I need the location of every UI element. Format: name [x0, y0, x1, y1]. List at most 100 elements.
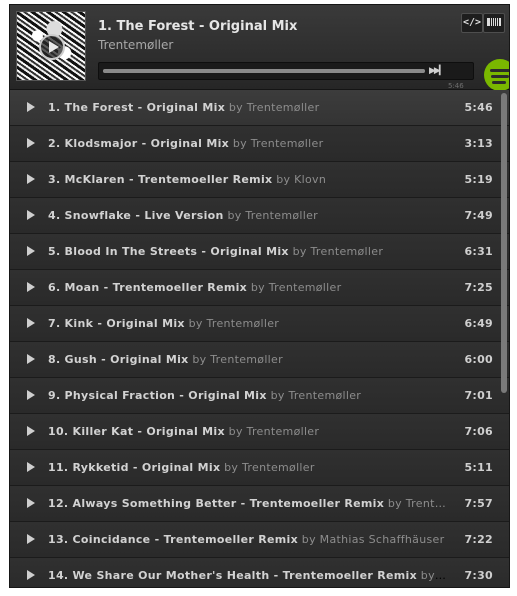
track-title: 4. Snowflake - Live Version by Trentemøl… — [48, 209, 446, 222]
album-cover[interactable] — [16, 11, 86, 81]
track-name: 2. Klodsmajor - Original Mix — [48, 137, 230, 150]
track-duration: 7:25 — [464, 281, 493, 294]
track-title: 3. McKlaren - Trentemoeller Remix by Klo… — [48, 173, 446, 186]
track-duration: 6:00 — [464, 353, 493, 366]
track-duration: 5:11 — [464, 461, 493, 474]
now-playing-header: 1. The Forest - Original Mix Trentemølle… — [10, 5, 509, 91]
track-name: 1. The Forest - Original Mix — [48, 101, 226, 114]
play-icon[interactable] — [27, 138, 35, 148]
track-title: 8. Gush - Original Mix by Trentemøller — [48, 353, 446, 366]
track-name: 9. Physical Fraction - Original Mix — [48, 389, 267, 402]
track-row[interactable]: 9. Physical Fraction - Original Mix by T… — [10, 378, 509, 414]
track-artist[interactable]: by Trentemøller — [271, 389, 362, 402]
track-duration: 5:19 — [464, 173, 493, 186]
elapsed-time: 5:46 — [448, 82, 464, 90]
embed-code-button[interactable]: </> — [461, 13, 483, 33]
play-icon[interactable] — [27, 498, 35, 508]
track-artist[interactable]: by Trentemøller — [189, 317, 280, 330]
track-row[interactable]: 6. Moan - Trentemoeller Remix by Trentem… — [10, 270, 509, 306]
play-icon[interactable] — [27, 282, 35, 292]
track-name: 14. We Share Our Mother's Health - Trent… — [48, 569, 417, 582]
spotify-play-widget: 1. The Forest - Original Mix Trentemølle… — [9, 4, 510, 588]
track-artist[interactable]: by Trent… — [388, 497, 446, 510]
track-artist[interactable]: by Trentemøller — [251, 281, 342, 294]
play-icon[interactable] — [27, 246, 35, 256]
progress-bar[interactable]: ▶▶▎ — [98, 62, 474, 80]
track-title: 1. The Forest - Original Mix by Trentemø… — [48, 101, 446, 114]
track-title: 10. Killer Kat - Original Mix by Trentem… — [48, 425, 446, 438]
track-row[interactable]: 3. McKlaren - Trentemoeller Remix by Klo… — [10, 162, 509, 198]
track-title: 11. Rykketid - Original Mix by Trentemøl… — [48, 461, 446, 474]
track-row[interactable]: 4. Snowflake - Live Version by Trentemøl… — [10, 198, 509, 234]
track-name: 8. Gush - Original Mix — [48, 353, 189, 366]
track-row[interactable]: 7. Kink - Original Mix by Trentemøller 6:… — [10, 306, 509, 342]
list-view-icon — [487, 18, 501, 26]
track-name: 4. Snowflake - Live Version — [48, 209, 224, 222]
play-icon[interactable] — [27, 210, 35, 220]
track-title: 9. Physical Fraction - Original Mix by T… — [48, 389, 446, 402]
spotify-logo-icon[interactable] — [484, 59, 509, 91]
track-title: 14. We Share Our Mother's Health - Trent… — [48, 569, 446, 582]
track-row[interactable]: 2. Klodsmajor - Original Mix by Trentemø… — [10, 126, 509, 162]
play-icon[interactable] — [27, 318, 35, 328]
play-icon[interactable] — [27, 534, 35, 544]
track-title: 2. Klodsmajor - Original Mix by Trentemø… — [48, 137, 446, 150]
track-row[interactable]: 11. Rykketid - Original Mix by Trentemøl… — [10, 450, 509, 486]
track-title: 12. Always Something Better - Trentemoel… — [48, 497, 446, 510]
track-duration: 3:13 — [464, 137, 493, 150]
track-artist[interactable]: by Trentemøller — [229, 425, 320, 438]
track-row[interactable]: 10. Killer Kat - Original Mix by Trentem… — [10, 414, 509, 450]
track-artist[interactable]: by Trentemøller — [293, 245, 384, 258]
play-icon[interactable] — [27, 354, 35, 364]
track-name: 3. McKlaren - Trentemoeller Remix — [48, 173, 273, 186]
track-row[interactable]: 8. Gush - Original Mix by Trentemøller 6:… — [10, 342, 509, 378]
track-name: 5. Blood In The Streets - Original Mix — [48, 245, 289, 258]
track-list: 1. The Forest - Original Mix by Trentemø… — [10, 90, 509, 587]
play-icon[interactable] — [27, 390, 35, 400]
play-icon[interactable] — [27, 174, 35, 184]
track-title: 6. Moan - Trentemoeller Remix by Trentem… — [48, 281, 446, 294]
track-title: 13. Coincidance - Trentemoeller Remix by… — [48, 533, 446, 546]
now-playing-title: 1. The Forest - Original Mix — [98, 19, 298, 34]
track-artist[interactable]: by Trentemøller — [224, 461, 315, 474]
play-circle-icon[interactable] — [39, 34, 65, 60]
progress-fill — [103, 69, 425, 73]
play-icon[interactable] — [27, 570, 35, 580]
now-playing-artist[interactable]: Trentemøller — [98, 38, 173, 52]
track-duration: 7:49 — [464, 209, 493, 222]
play-icon[interactable] — [27, 102, 35, 112]
track-duration: 6:49 — [464, 317, 493, 330]
track-title: 5. Blood In The Streets - Original Mix b… — [48, 245, 446, 258]
track-name: 7. Kink - Original Mix — [48, 317, 185, 330]
track-duration: 7:01 — [464, 389, 493, 402]
play-icon[interactable] — [27, 462, 35, 472]
track-name: 12. Always Something Better - Trentemoel… — [48, 497, 385, 510]
track-name: 10. Killer Kat - Original Mix — [48, 425, 225, 438]
track-artist[interactable]: by Trentemøller — [233, 137, 324, 150]
track-row[interactable]: 12. Always Something Better - Trentemoel… — [10, 486, 509, 522]
track-duration: 6:31 — [464, 245, 493, 258]
track-duration: 5:46 — [464, 101, 493, 114]
view-toggle-button[interactable] — [483, 13, 505, 33]
track-duration: 7:06 — [464, 425, 493, 438]
track-artist[interactable]: by Mathias Schaffhäuser — [302, 533, 445, 546]
track-duration: 7:22 — [464, 533, 493, 546]
track-artist[interactable]: by … — [421, 569, 446, 582]
track-name: 6. Moan - Trentemoeller Remix — [48, 281, 248, 294]
track-duration: 7:57 — [464, 497, 493, 510]
track-duration: 7:30 — [464, 569, 493, 582]
play-icon[interactable] — [27, 426, 35, 436]
track-name: 11. Rykketid - Original Mix — [48, 461, 221, 474]
scrollbar-thumb[interactable] — [501, 93, 507, 393]
track-artist[interactable]: by Trentemøller — [192, 353, 283, 366]
track-artist[interactable]: by Trentemøller — [227, 209, 318, 222]
track-artist[interactable]: by Klovn — [276, 173, 326, 186]
progress-track[interactable] — [103, 69, 425, 73]
track-row[interactable]: 14. We Share Our Mother's Health - Trent… — [10, 558, 509, 587]
track-row[interactable]: 5. Blood In The Streets - Original Mix b… — [10, 234, 509, 270]
track-name: 13. Coincidance - Trentemoeller Remix — [48, 533, 298, 546]
skip-forward-icon[interactable]: ▶▶▎ — [429, 66, 446, 76]
track-title: 7. Kink - Original Mix by Trentemøller — [48, 317, 446, 330]
track-row[interactable]: 1. The Forest - Original Mix by Trentemø… — [10, 90, 509, 126]
track-row[interactable]: 13. Coincidance - Trentemoeller Remix by… — [10, 522, 509, 558]
